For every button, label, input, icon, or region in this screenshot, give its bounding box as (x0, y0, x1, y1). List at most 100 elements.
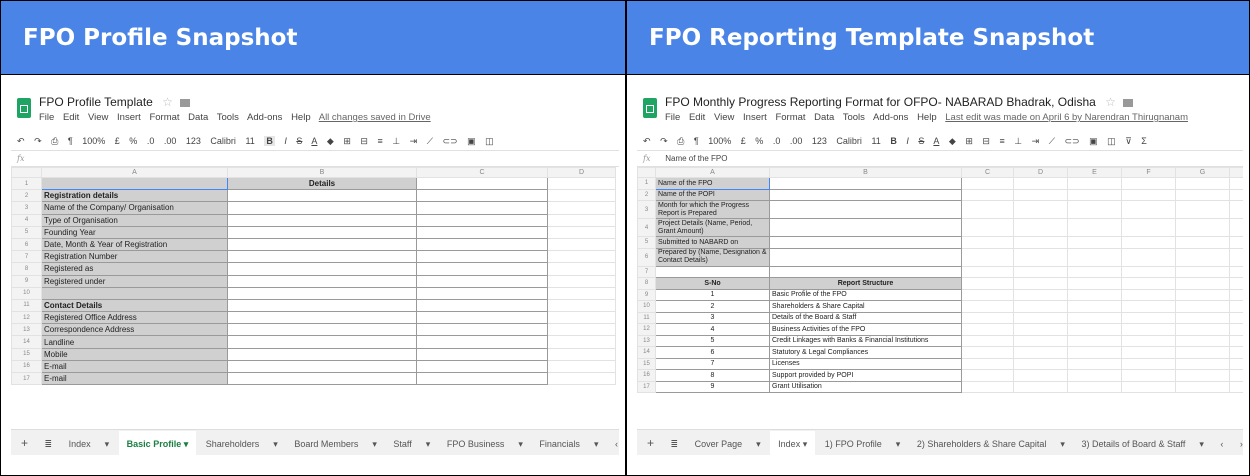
row-number[interactable]: 2 (11, 189, 42, 203)
empty-cell[interactable] (961, 369, 1014, 382)
empty-cell[interactable] (1067, 323, 1122, 336)
row-number[interactable]: 1 (11, 176, 42, 191)
comment-icon[interactable]: ▣ (467, 136, 476, 146)
functions-icon[interactable]: Σ (1141, 136, 1147, 146)
empty-cell[interactable] (547, 176, 616, 191)
empty-cell[interactable] (1067, 311, 1122, 324)
field-value-cell[interactable] (227, 286, 417, 300)
row-number[interactable]: 14 (11, 335, 42, 349)
empty-cell[interactable] (547, 213, 616, 227)
row-number[interactable]: 1 (637, 177, 656, 190)
structure-cell[interactable]: Statutory & Legal Compliances (769, 346, 962, 359)
last-edit-link[interactable]: Last edit was made on April 6 by Narendr… (945, 112, 1188, 123)
field-label-cell[interactable]: Name of the FPO (655, 177, 770, 190)
empty-cell[interactable] (1013, 357, 1068, 370)
empty-cell[interactable] (1121, 218, 1176, 237)
empty-cell[interactable] (547, 286, 616, 300)
italic-icon[interactable]: I (284, 136, 287, 146)
row-number[interactable]: 15 (637, 357, 656, 370)
empty-cell[interactable] (1013, 311, 1068, 324)
empty-cell[interactable] (1175, 346, 1230, 359)
row-number[interactable]: 11 (11, 298, 42, 313)
bold-icon[interactable]: B (264, 136, 275, 146)
empty-cell[interactable] (1121, 369, 1176, 382)
field-value-cell[interactable] (227, 225, 417, 239)
column-header[interactable]: B (227, 167, 417, 178)
empty-cell[interactable] (1013, 236, 1068, 249)
empty-cell[interactable] (416, 176, 548, 191)
empty-cell[interactable] (1013, 380, 1068, 393)
valign-icon[interactable]: ⊥ (392, 136, 400, 146)
empty-cell[interactable] (1229, 188, 1243, 201)
empty-cell[interactable] (961, 236, 1014, 249)
paint-format-icon[interactable]: ¶ (68, 136, 73, 146)
redo-icon[interactable]: ↷ (660, 136, 668, 146)
field-label-cell[interactable]: Name of the POPI (655, 188, 770, 201)
empty-cell[interactable] (961, 357, 1014, 370)
empty-cell[interactable] (416, 250, 548, 264)
empty-cell[interactable] (547, 311, 616, 325)
field-value-cell[interactable] (227, 323, 417, 337)
field-value-cell[interactable] (769, 188, 962, 201)
empty-cell[interactable] (1229, 200, 1243, 219)
empty-cell[interactable] (1229, 265, 1243, 278)
empty-cell[interactable] (547, 274, 616, 288)
sno-cell[interactable]: 8 (655, 369, 770, 382)
menu-addons[interactable]: Add-ons (247, 112, 282, 123)
row-number[interactable]: 3 (637, 200, 656, 219)
empty-cell[interactable] (961, 200, 1014, 219)
empty-cell[interactable] (961, 277, 1014, 290)
empty-cell[interactable] (1013, 369, 1068, 382)
empty-cell[interactable] (1175, 300, 1230, 313)
field-value-cell[interactable] (769, 218, 962, 237)
align-icon[interactable]: ≡ (999, 136, 1004, 146)
empty-cell[interactable] (1121, 357, 1176, 370)
save-status[interactable]: All changes saved in Drive (319, 112, 431, 123)
bold-icon[interactable]: B (890, 136, 897, 146)
folder-icon[interactable] (1123, 98, 1134, 107)
column-header[interactable]: A (655, 167, 770, 178)
row-number[interactable]: 15 (11, 347, 42, 361)
link-icon[interactable]: ⊂⊃ (443, 136, 458, 146)
borders-icon[interactable]: ⊞ (343, 136, 351, 146)
wrap-icon[interactable]: ⇥ (1032, 136, 1040, 146)
tab-menu-icon[interactable]: ▾ (266, 431, 285, 455)
row-number[interactable]: 8 (11, 262, 42, 276)
field-value-cell[interactable] (227, 298, 417, 313)
merge-icon[interactable]: ⊟ (360, 136, 368, 146)
sno-cell[interactable]: 3 (655, 311, 770, 324)
link-icon[interactable]: ⊂⊃ (1065, 136, 1080, 146)
number-format-select[interactable]: 123 (812, 136, 827, 146)
decrease-decimal-button[interactable]: .0 (147, 136, 155, 146)
empty-cell[interactable] (1175, 380, 1230, 393)
menu-help[interactable]: Help (917, 112, 937, 123)
tab-menu-icon[interactable]: ▾ (1053, 431, 1072, 455)
empty-cell[interactable] (961, 323, 1014, 336)
empty-cell[interactable] (1013, 177, 1068, 190)
sheet-tab[interactable]: Board Members (287, 431, 365, 455)
row-number[interactable]: 4 (637, 218, 656, 237)
empty-cell[interactable] (1175, 236, 1230, 249)
field-label-cell[interactable]: Project Details (Name, Period, Grant Amo… (655, 218, 770, 237)
strikethrough-icon[interactable]: S (296, 136, 302, 146)
sno-cell[interactable]: 6 (655, 346, 770, 359)
decrease-decimal-button[interactable]: .0 (773, 136, 781, 146)
field-label-cell[interactable]: Name of the Company/ Organisation (41, 201, 228, 215)
empty-cell[interactable] (1229, 380, 1243, 393)
merge-icon[interactable]: ⊟ (982, 136, 990, 146)
field-label-cell[interactable]: Correspondence Address (41, 323, 228, 337)
field-value-cell[interactable] (227, 311, 417, 325)
field-label-cell[interactable]: Submitted to NABARD on (655, 236, 770, 249)
empty-cell[interactable] (1013, 200, 1068, 219)
field-value-cell[interactable] (769, 177, 962, 190)
formula-input[interactable]: Name of the FPO (665, 154, 727, 163)
empty-cell[interactable] (416, 237, 548, 252)
row-number[interactable]: 3 (11, 201, 42, 215)
empty-cell[interactable] (1229, 288, 1243, 301)
field-label-cell[interactable]: Registered Office Address (41, 311, 228, 325)
empty-cell[interactable] (1013, 218, 1068, 237)
structure-cell[interactable]: Credit Linkages with Banks & Financial I… (769, 334, 962, 347)
row-number[interactable]: 10 (11, 286, 42, 300)
empty-cell[interactable] (1013, 247, 1068, 267)
sno-cell[interactable]: 4 (655, 323, 770, 336)
